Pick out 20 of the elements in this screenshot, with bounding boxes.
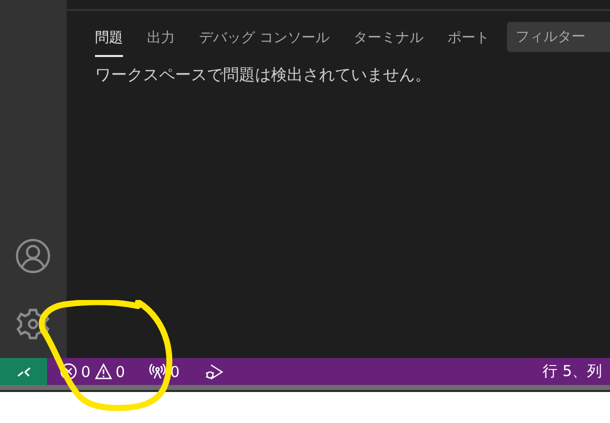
remote-button[interactable] — [0, 358, 47, 385]
panel-tab[interactable]: ターミナル — [353, 17, 424, 57]
cursor-position[interactable]: 行 5、列 — [542, 362, 608, 381]
panel-tab[interactable]: 問題 — [95, 17, 123, 57]
error-count: 0 — [81, 362, 91, 380]
problems-status[interactable]: 0 0 — [60, 362, 126, 380]
account-icon[interactable] — [15, 238, 51, 274]
filter-field[interactable]: フィルター — [507, 22, 610, 52]
problems-message: ワークスペースで問題は検出されていません。 — [95, 65, 432, 86]
debug-run-icon[interactable] — [204, 362, 224, 380]
ports-count: 0 — [170, 362, 180, 380]
panel-tab[interactable]: デバッグ コンソール — [199, 17, 330, 57]
settings-icon[interactable] — [15, 306, 51, 342]
panel-tab[interactable]: ポート — [447, 17, 490, 57]
ports-status[interactable]: 0 — [149, 362, 180, 380]
error-icon — [60, 363, 77, 380]
panel-tab[interactable]: 出力 — [147, 17, 175, 57]
warning-icon — [94, 363, 112, 380]
antenna-icon — [149, 363, 166, 380]
warning-count: 0 — [116, 362, 126, 380]
